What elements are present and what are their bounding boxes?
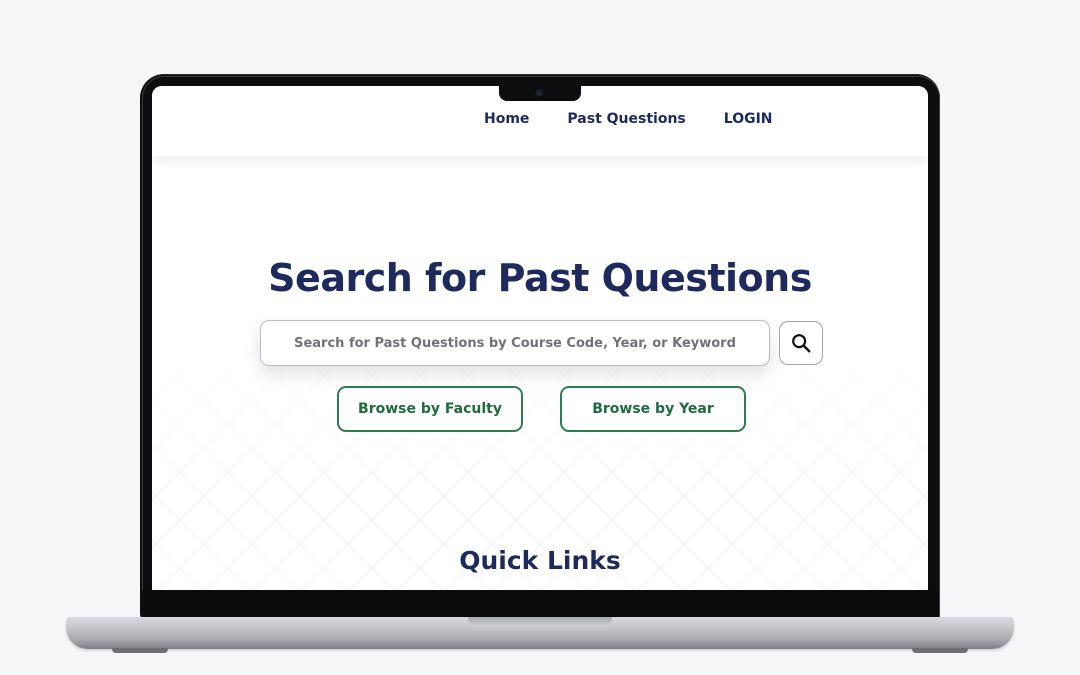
hero-pattern-overlay xyxy=(152,156,928,590)
search-icon xyxy=(792,334,811,353)
quick-links-title: Quick Links xyxy=(459,546,621,575)
nav-links: Home Past Questions LOGIN xyxy=(484,111,773,127)
laptop-chin xyxy=(142,590,938,618)
laptop-foot-right xyxy=(912,648,968,653)
mockup-stage: Home Past Questions LOGIN Search for Pas… xyxy=(0,0,1080,675)
screen-notch xyxy=(499,86,581,101)
hero-section: Search for Past Questions Browse by Facu… xyxy=(152,156,928,590)
browse-by-year-button[interactable]: Browse by Year xyxy=(560,386,746,432)
nav-link-home[interactable]: Home xyxy=(484,111,529,127)
search-button[interactable] xyxy=(779,321,823,365)
hero-title: Search for Past Questions xyxy=(268,256,812,300)
nav-link-past-questions[interactable]: Past Questions xyxy=(567,111,685,127)
laptop-thumb-notch xyxy=(468,617,612,626)
laptop-foot-left xyxy=(112,648,168,653)
laptop-base xyxy=(66,617,1014,649)
nav-link-login[interactable]: LOGIN xyxy=(724,111,773,127)
search-input[interactable] xyxy=(260,320,770,366)
laptop-screen: Home Past Questions LOGIN Search for Pas… xyxy=(152,86,928,590)
camera-icon xyxy=(536,90,542,96)
browse-by-faculty-button[interactable]: Browse by Faculty xyxy=(337,386,523,432)
